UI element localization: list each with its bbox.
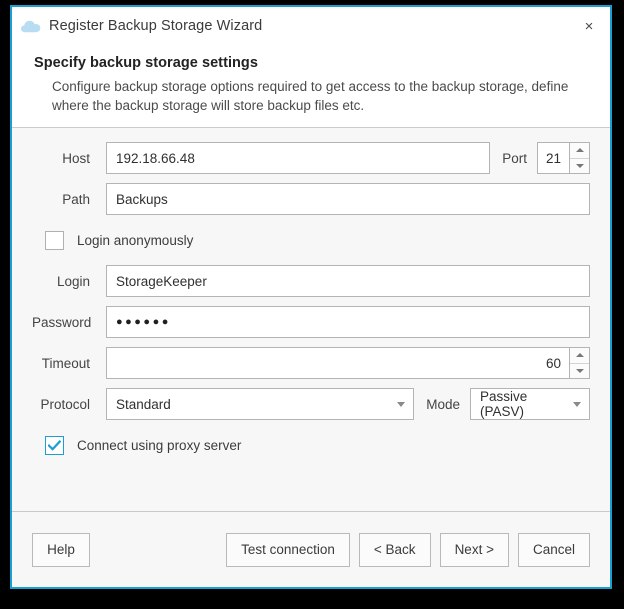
login-input[interactable]: StorageKeeper	[106, 265, 590, 297]
cloud-icon	[20, 17, 42, 35]
login-anonymously-row[interactable]: Login anonymously	[32, 224, 590, 256]
login-row: Login StorageKeeper	[32, 265, 590, 297]
back-button[interactable]: < Back	[358, 532, 431, 567]
password-row: Password ●●●●●●	[32, 306, 590, 338]
timeout-label: Timeout	[41, 355, 90, 371]
mode-select[interactable]: Passive (PASV)	[470, 388, 590, 420]
use-proxy-checkbox[interactable]	[45, 435, 64, 455]
help-button[interactable]: Help	[32, 532, 90, 567]
login-label: Login	[56, 273, 90, 289]
host-input[interactable]: 192.18.66.48	[106, 142, 491, 174]
chevron-up-icon	[575, 148, 584, 153]
host-row: Host 192.18.66.48 Port 21	[32, 142, 590, 174]
port-increment-button[interactable]	[570, 143, 589, 159]
timeout-spin-buttons	[569, 347, 590, 379]
path-label: Path	[62, 191, 90, 207]
protocol-row: Protocol Standard Mode Passive (PASV)	[32, 388, 590, 420]
port-spin-buttons	[569, 142, 590, 174]
protocol-label: Protocol	[40, 396, 90, 412]
chevron-down-icon	[575, 163, 584, 168]
password-masked-value: ●●●●●●	[116, 316, 171, 328]
path-row: Path Backups	[32, 183, 590, 215]
dialog-footer: Help Test connection < Back Next > Cance…	[12, 511, 610, 587]
cancel-button[interactable]: Cancel	[517, 532, 590, 567]
password-label: Password	[32, 314, 92, 330]
page-title: Specify backup storage settings	[34, 55, 258, 71]
use-proxy-label: Connect using proxy server	[77, 437, 242, 453]
chevron-down-icon	[575, 368, 584, 373]
test-connection-button[interactable]: Test connection	[226, 532, 350, 567]
protocol-select[interactable]: Standard	[106, 388, 415, 420]
timeout-increment-button[interactable]	[570, 348, 589, 364]
mode-label: Mode	[426, 396, 460, 412]
chevron-up-icon	[575, 353, 584, 358]
page-description: Configure backup storage options require…	[52, 79, 569, 113]
mode-selected-value: Passive (PASV)	[480, 389, 528, 419]
window-title: Register Backup Storage Wizard	[49, 18, 263, 34]
chevron-down-icon	[397, 401, 406, 407]
login-anonymously-label: Login anonymously	[77, 232, 194, 248]
use-proxy-row[interactable]: Connect using proxy server	[32, 429, 590, 461]
path-input[interactable]: Backups	[106, 183, 590, 215]
port-input[interactable]: 21	[537, 142, 569, 174]
close-icon[interactable]: ×	[568, 7, 610, 45]
wizard-dialog: Register Backup Storage Wizard × Specify…	[10, 5, 612, 589]
host-label: Host	[62, 150, 90, 166]
port-decrement-button[interactable]	[570, 158, 589, 173]
settings-form: Host 192.18.66.48 Port 21 Path Backups L…	[12, 128, 610, 511]
login-anonymously-checkbox[interactable]	[45, 230, 64, 250]
page-header: Specify backup storage settings Configur…	[12, 45, 610, 128]
timeout-decrement-button[interactable]	[570, 363, 589, 378]
port-stepper[interactable]: 21	[537, 142, 590, 174]
check-icon	[48, 439, 61, 451]
next-button[interactable]: Next >	[439, 532, 509, 567]
timeout-input[interactable]: 60	[106, 347, 569, 379]
chevron-down-icon	[573, 401, 581, 407]
port-label: Port	[502, 150, 527, 166]
timeout-row: Timeout 60	[32, 347, 590, 379]
protocol-selected-value: Standard	[116, 396, 171, 412]
timeout-stepper[interactable]: 60	[106, 347, 590, 379]
title-bar: Register Backup Storage Wizard ×	[12, 7, 610, 45]
password-input[interactable]: ●●●●●●	[106, 306, 590, 338]
